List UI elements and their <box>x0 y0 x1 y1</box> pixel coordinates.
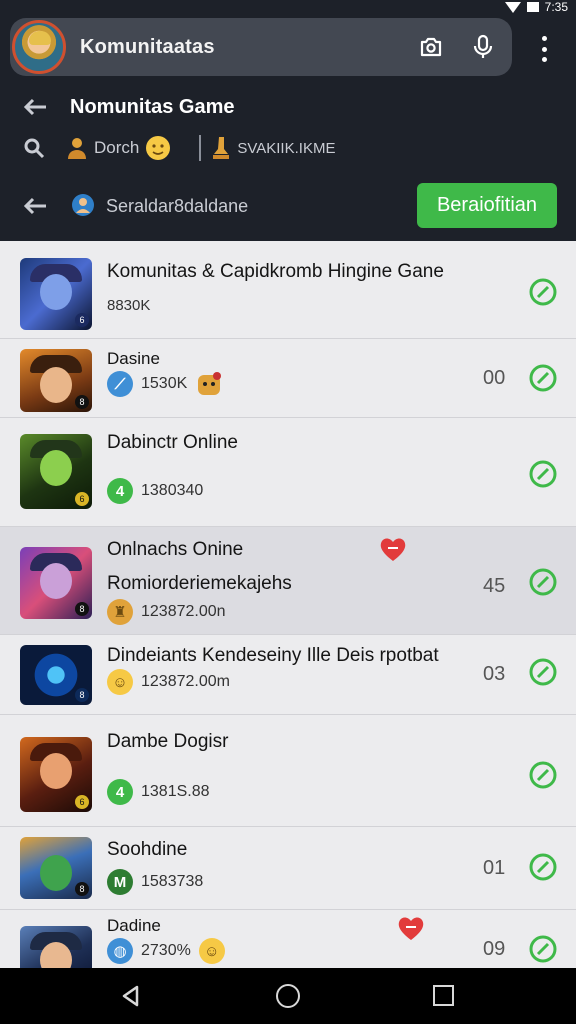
game-thumbnail <box>20 926 92 968</box>
game-community-list: 6 Komunitas & Capidkromb Hingine Gane 88… <box>0 241 576 968</box>
sub-header-title: Nomunitas Game <box>70 95 235 118</box>
category-icon: ⟋ <box>107 371 133 397</box>
list-item[interactable]: 6 Dambe Dogisr 4 1381S.88 <box>0 715 576 827</box>
person-icon <box>68 138 86 159</box>
item-meta: ⟋ 1530K <box>107 371 223 397</box>
item-name: Komunitas & Capidkromb Hingine Gane <box>107 261 444 282</box>
check-circle-icon[interactable] <box>528 852 558 882</box>
item-meta: 4 1381S.88 <box>107 779 210 805</box>
list-item[interactable]: 6 Dabinctr Online 4 1380340 <box>0 418 576 527</box>
trophy-icon <box>213 137 230 159</box>
category-icon: 4 <box>107 478 133 504</box>
item-meta: ◍ 2730% ☺ <box>107 938 225 964</box>
game-thumbnail: 8 <box>20 547 92 619</box>
item-count: 01 <box>483 857 506 879</box>
item-meta: M 1583738 <box>107 869 203 895</box>
smiley-icon: ☺ <box>198 938 225 964</box>
app-header: 7:35 Komunitaatas Nomunitas Game Dorch S… <box>0 0 576 241</box>
nav-back-icon[interactable] <box>120 985 142 1007</box>
avatar[interactable] <box>12 20 66 74</box>
camera-icon[interactable] <box>416 32 446 62</box>
item-count: 09 <box>483 938 506 960</box>
filter-row: Dorch SVAKIIK.IKME <box>22 130 335 166</box>
list-item[interactable]: 8 Dindeiants Kendeseiny Ille Deis rpotba… <box>0 635 576 715</box>
game-thumbnail: 8 <box>20 349 92 412</box>
smiley-icon: ☺ <box>107 669 133 695</box>
check-circle-icon[interactable] <box>528 567 558 597</box>
list-item[interactable]: 8 Soohdine M 1583738 01 <box>0 827 576 910</box>
item-count: 03 <box>483 663 506 685</box>
item-name: Onlnachs Onine <box>107 539 244 560</box>
action-row-label: Seraldar8daldane <box>106 195 249 216</box>
back-arrow-icon[interactable] <box>22 196 48 216</box>
item-name: Dindeiants Kendeseiny Ille Deis rpotbat <box>107 645 439 666</box>
heart-icon[interactable] <box>378 535 408 563</box>
game-thumbnail: 6 <box>20 434 92 509</box>
item-name: Soohdine <box>107 839 188 860</box>
item-subtitle: Romiorderiemekajehs <box>107 573 292 594</box>
back-arrow-icon[interactable] <box>22 97 48 117</box>
check-circle-icon[interactable] <box>528 363 558 393</box>
item-meta: 4 1380340 <box>107 478 203 504</box>
game-thumbnail: 6 <box>20 258 92 330</box>
game-thumbnail: 8 <box>20 837 92 899</box>
item-name: Dadine <box>107 916 161 935</box>
check-circle-icon[interactable] <box>528 760 558 790</box>
item-count: 45 <box>483 575 506 597</box>
battery-icon <box>526 2 539 12</box>
item-meta: ♜ 123872.00n <box>107 599 226 625</box>
check-circle-icon[interactable] <box>528 934 558 964</box>
item-meta: 8830K <box>107 297 151 314</box>
filter-chip-right[interactable]: SVAKIIK.IKME <box>211 135 335 161</box>
list-item[interactable]: 6 Komunitas & Capidkromb Hingine Gane 88… <box>0 241 576 339</box>
category-icon: M <box>107 869 133 895</box>
trophy-icon: ♜ <box>107 599 133 625</box>
status-time: 7:35 <box>544 0 568 14</box>
status-bar: 7:35 <box>0 0 576 14</box>
item-count: 00 <box>483 367 506 389</box>
game-thumbnail: 6 <box>20 737 92 812</box>
search-icon[interactable] <box>22 136 46 160</box>
list-item[interactable]: Dadine ◍ 2730% ☺ 09 <box>0 910 576 968</box>
emoji-icon <box>198 372 222 395</box>
nav-recents-icon[interactable] <box>433 985 454 1006</box>
filter-right-label: SVAKIIK.IKME <box>237 139 336 157</box>
mic-icon[interactable] <box>468 32 498 62</box>
item-name: Dabinctr Online <box>107 432 238 453</box>
divider <box>199 135 202 161</box>
profile-icon <box>72 194 94 216</box>
check-circle-icon[interactable] <box>528 459 558 489</box>
action-row: Seraldar8daldane <box>22 186 248 226</box>
item-meta: ☺ 123872.00m <box>107 669 230 695</box>
list-item[interactable]: 8 Dasine ⟋ 1530K 00 <box>0 339 576 418</box>
filter-left-label: Dorch <box>94 138 140 157</box>
item-name: Dasine <box>107 349 160 368</box>
search-bar-title: Komunitaatas <box>80 35 215 58</box>
item-name: Dambe Dogisr <box>107 731 229 752</box>
heart-icon[interactable] <box>396 914 426 942</box>
smiley-icon <box>146 136 171 160</box>
primary-action-button[interactable]: Beraiofitian <box>417 183 557 228</box>
game-thumbnail: 8 <box>20 645 92 705</box>
signal-icon <box>504 1 521 13</box>
more-options-icon[interactable] <box>536 36 552 62</box>
sub-header: Nomunitas Game <box>22 92 234 122</box>
check-circle-icon[interactable] <box>528 657 558 687</box>
system-nav-bar <box>0 968 576 1024</box>
search-bar[interactable]: Komunitaatas <box>10 18 512 76</box>
filter-chip-left[interactable]: Dorch <box>66 135 171 161</box>
nav-home-icon[interactable] <box>276 984 300 1008</box>
category-icon: 4 <box>107 779 133 805</box>
check-circle-icon[interactable] <box>528 277 558 307</box>
list-item[interactable]: 8 Onlnachs Onine Romiorderiemekajehs ♜ 1… <box>0 527 576 635</box>
globe-icon: ◍ <box>107 938 133 964</box>
